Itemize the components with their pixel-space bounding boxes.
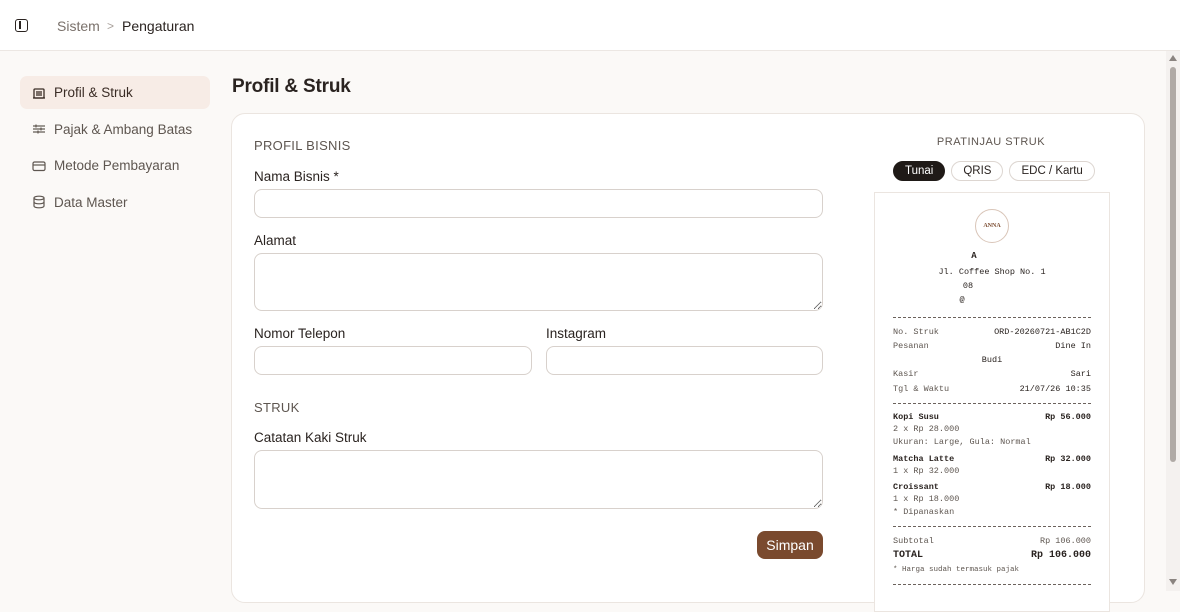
receipt-divider	[893, 403, 1091, 404]
sidebar-item-metode-pembayaran[interactable]: Metode Pembayaran	[20, 149, 210, 182]
footer-note-label: Catatan Kaki Struk	[254, 430, 367, 445]
item-name: Kopi Susu	[893, 412, 939, 422]
item-price: Rp 32.000	[1045, 454, 1091, 464]
receipt-address: Jl. Coffee Shop No. 1	[938, 267, 1046, 277]
subtotal-value: Rp 106.000	[1039, 536, 1091, 546]
business-name-input[interactable]	[254, 189, 823, 218]
instagram-input[interactable]	[546, 346, 823, 375]
scroll-down-arrow-icon[interactable]	[1169, 579, 1177, 585]
receipt-tax-note: * Harga sudah termasuk pajak	[893, 566, 1091, 574]
page-title: Profil & Struk	[232, 76, 351, 97]
receipt-total: TOTAL Rp 106.000	[893, 550, 1091, 561]
item-note: * Dipanaskan	[893, 507, 1091, 517]
payment-tabs: Tunai QRIS EDC / Kartu	[893, 161, 1095, 181]
receipt-info-row: Tgl & Waktu 21/07/26 10:35	[893, 384, 1091, 394]
receipt-section-heading: STRUK	[254, 400, 300, 415]
settings-card: PROFIL BISNIS Nama Bisnis * Alamat Nomor…	[231, 113, 1145, 612]
credit-card-icon	[32, 159, 46, 173]
sidebar-item-label: Pajak & Ambang Batas	[54, 121, 193, 137]
profile-section-heading: PROFIL BISNIS	[254, 138, 351, 153]
receipt-preview: ANNA A Jl. Coffee Shop No. 1 08 @ No. St…	[874, 192, 1110, 612]
item-price: Rp 18.000	[1045, 482, 1091, 492]
receipt-divider	[893, 317, 1091, 318]
info-value: Dine In	[1055, 341, 1091, 351]
info-label: No. Struk	[893, 327, 939, 337]
receipt-divider	[893, 526, 1091, 527]
item-detail: 1 x Rp 18.000	[893, 494, 1091, 504]
sliders-icon	[32, 122, 46, 136]
preview-title: PRATINJAU STRUK	[936, 136, 1046, 148]
save-button[interactable]: Simpan	[757, 531, 823, 559]
receipt-info-row: Kasir Sari	[893, 369, 1091, 379]
receipt-divider	[893, 584, 1091, 585]
sidebar-item-profil-struk[interactable]: Profil & Struk	[20, 76, 210, 109]
item-qty: 1 x Rp 18.000	[893, 494, 960, 504]
business-logo: ANNA	[975, 209, 1009, 243]
total-value: Rp 106.000	[1030, 550, 1091, 561]
total-label: TOTAL	[893, 550, 924, 561]
receipt-item: Kopi Susu Rp 56.000	[893, 412, 1091, 422]
info-value: ORD-20260721-AB1C2D	[994, 327, 1091, 337]
receipt-item: Matcha Latte Rp 32.000	[893, 454, 1091, 464]
sidebar-item-label: Data Master	[54, 194, 128, 210]
sidebar-item-data-master[interactable]: Data Master	[20, 186, 210, 219]
receipt-info-row: No. Struk ORD-20260721-AB1C2D	[893, 327, 1091, 337]
item-modifier: * Dipanaskan	[893, 507, 955, 517]
receipt-subtotal: Subtotal Rp 106.000	[893, 536, 1091, 546]
chevron-right-icon: >	[107, 19, 115, 33]
phone-label: Nomor Telepon	[254, 326, 346, 341]
database-icon	[32, 195, 46, 209]
subtotal-label: Subtotal	[893, 536, 934, 546]
tab-tunai[interactable]: Tunai	[893, 161, 946, 181]
business-name-label: Nama Bisnis *	[254, 169, 339, 184]
tax-note-text: * Harga sudah termasuk pajak	[893, 566, 1020, 574]
scroll-thumb[interactable]	[1170, 67, 1176, 462]
item-detail: 2 x Rp 28.000	[893, 424, 1091, 434]
item-price: Rp 56.000	[1045, 412, 1091, 422]
item-detail: 1 x Rp 32.000	[893, 466, 1091, 476]
item-qty: 1 x Rp 32.000	[893, 466, 960, 476]
phone-input[interactable]	[254, 346, 532, 375]
address-textarea[interactable]	[254, 253, 823, 311]
page-scrollbar[interactable]	[1166, 51, 1180, 591]
address-label: Alamat	[254, 233, 297, 248]
receipt-customer-name: Budi	[981, 355, 1003, 365]
info-label: Kasir	[893, 369, 919, 379]
info-label: Tgl & Waktu	[893, 384, 950, 394]
receipt-item: Croissant Rp 18.000	[893, 482, 1091, 492]
item-modifier: Ukuran: Large, Gula: Normal	[893, 437, 1031, 447]
item-name: Matcha Latte	[893, 454, 955, 464]
receipt-info-row: Pesanan Dine In	[893, 341, 1091, 351]
instagram-label: Instagram	[546, 326, 607, 341]
tab-edc-kartu[interactable]: EDC / Kartu	[1009, 161, 1095, 181]
tab-qris[interactable]: QRIS	[951, 161, 1004, 181]
info-value: Sari	[1070, 369, 1091, 379]
footer-note-textarea[interactable]	[254, 450, 823, 509]
receipt-phone: 08	[962, 281, 974, 291]
info-label: Pesanan	[893, 341, 929, 351]
building-icon	[32, 86, 46, 100]
item-name: Croissant	[893, 482, 939, 492]
breadcrumb-current: Pengaturan	[122, 18, 195, 34]
receipt-business-name: A	[971, 251, 977, 261]
settings-sidebar: Profil & Struk Pajak & Ambang Batas Meto…	[20, 76, 210, 222]
sidebar-toggle-icon[interactable]	[15, 19, 28, 32]
info-value: 21/07/26 10:35	[1019, 384, 1091, 394]
top-bar: Sistem > Pengaturan	[0, 0, 1180, 51]
sidebar-item-label: Profil & Struk	[54, 85, 133, 100]
receipt-instagram: @	[959, 295, 965, 305]
item-qty: 2 x Rp 28.000	[893, 424, 960, 434]
sidebar-item-label: Metode Pembayaran	[54, 158, 180, 173]
item-note: Ukuran: Large, Gula: Normal	[893, 437, 1091, 447]
scroll-up-arrow-icon[interactable]	[1169, 55, 1177, 61]
breadcrumb-parent[interactable]: Sistem	[57, 18, 100, 34]
sidebar-item-pajak[interactable]: Pajak & Ambang Batas	[20, 113, 210, 146]
